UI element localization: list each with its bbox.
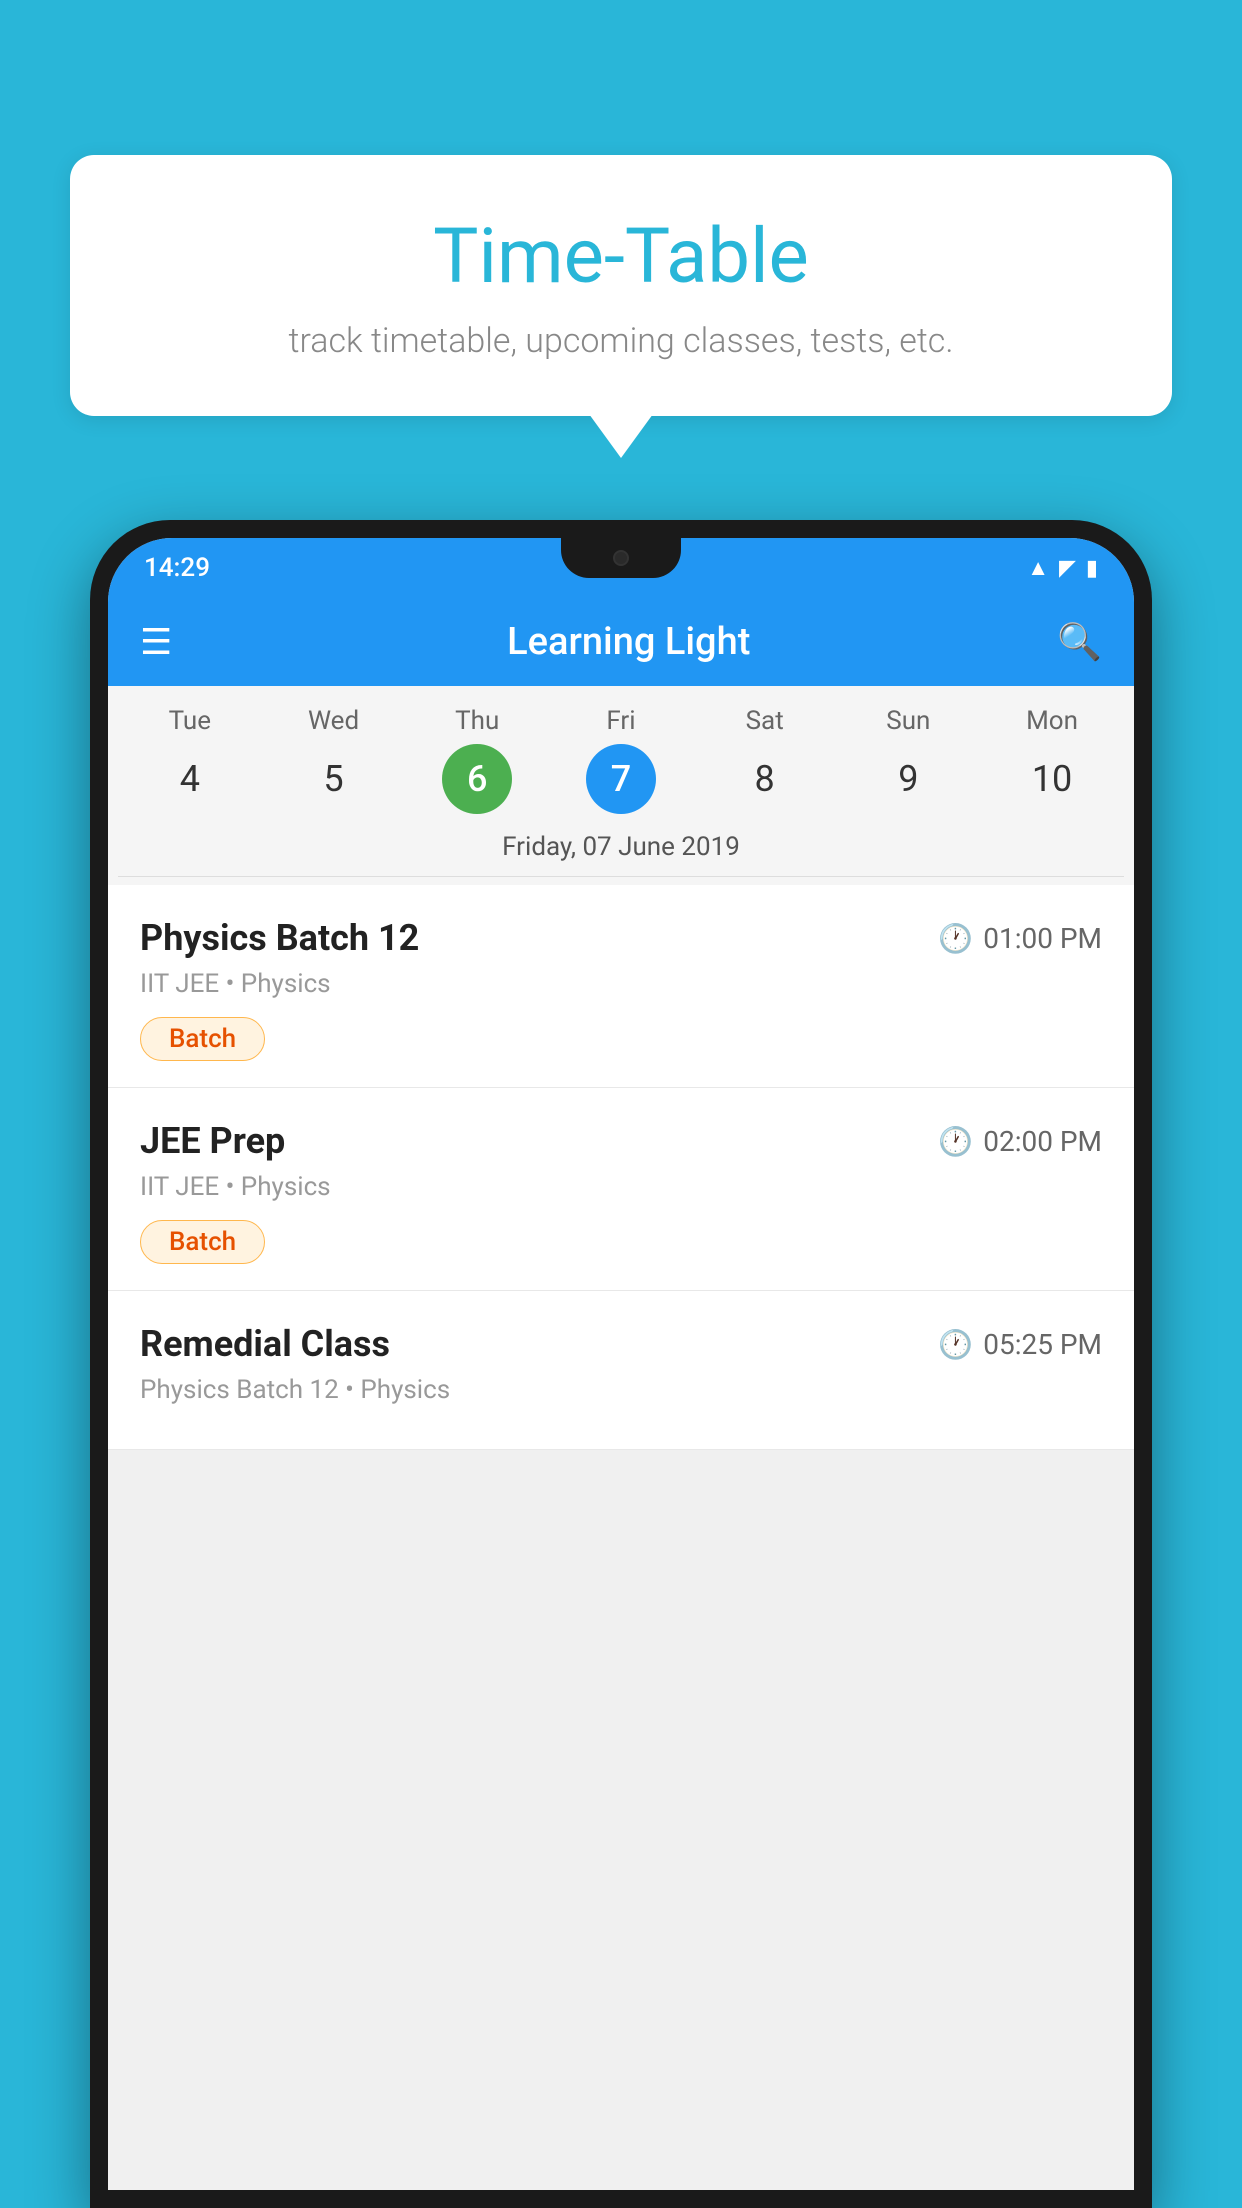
schedule-item-2-time-text: 02:00 PM (983, 1125, 1102, 1158)
day-num-tue: 4 (155, 744, 225, 814)
schedule-item-1[interactable]: Physics Batch 12 🕐 01:00 PM IIT JEE • Ph… (108, 885, 1134, 1088)
phone-frame: 14:29 ▲ ◤ ▮ ☰ Learning Light 🔍 Tue 4 (90, 520, 1152, 2208)
day-name-thu: Thu (455, 706, 499, 736)
calendar-date-label: Friday, 07 June 2019 (118, 822, 1124, 877)
day-num-sun: 9 (873, 744, 943, 814)
schedule-item-1-subtitle: IIT JEE • Physics (140, 969, 1102, 999)
wifi-icon: ▲ (1027, 555, 1049, 581)
hamburger-icon[interactable]: ☰ (140, 624, 172, 660)
day-name-wed: Wed (308, 706, 359, 736)
days-row: Tue 4 Wed 5 Thu 6 Fri 7 Sat 8 (118, 706, 1124, 814)
day-name-tue: Tue (169, 706, 211, 736)
schedule-item-3-subtitle: Physics Batch 12 • Physics (140, 1375, 1102, 1405)
day-name-sun: Sun (886, 706, 930, 736)
clock-icon-1: 🕐 (938, 922, 973, 955)
page-title: Time-Table (110, 215, 1132, 299)
app-bar-title: Learning Light (200, 620, 1057, 664)
schedule-item-2-title: JEE Prep (140, 1120, 285, 1162)
speech-bubble: Time-Table track timetable, upcoming cla… (70, 155, 1172, 416)
day-name-sat: Sat (746, 706, 784, 736)
clock-icon-3: 🕐 (938, 1328, 973, 1361)
schedule-item-2-header: JEE Prep 🕐 02:00 PM (140, 1120, 1102, 1162)
signal-icon: ◤ (1059, 556, 1076, 581)
day-name-mon: Mon (1026, 706, 1078, 736)
schedule-item-2-time: 🕐 02:00 PM (938, 1125, 1102, 1158)
phone-inner: 14:29 ▲ ◤ ▮ ☰ Learning Light 🔍 Tue 4 (108, 538, 1134, 2190)
day-num-thu: 6 (442, 744, 512, 814)
page-subtitle: track timetable, upcoming classes, tests… (110, 321, 1132, 361)
schedule-item-1-time: 🕐 01:00 PM (938, 922, 1102, 955)
status-bar: 14:29 ▲ ◤ ▮ (108, 538, 1134, 598)
schedule-item-3[interactable]: Remedial Class 🕐 05:25 PM Physics Batch … (108, 1291, 1134, 1450)
day-num-mon: 10 (1017, 744, 1087, 814)
day-num-sat: 8 (730, 744, 800, 814)
batch-badge-1: Batch (140, 1017, 265, 1061)
schedule-item-2[interactable]: JEE Prep 🕐 02:00 PM IIT JEE • Physics Ba… (108, 1088, 1134, 1291)
clock-icon-2: 🕐 (938, 1125, 973, 1158)
calendar-strip: Tue 4 Wed 5 Thu 6 Fri 7 Sat 8 (108, 686, 1134, 885)
day-num-fri: 7 (586, 744, 656, 814)
app-bar: ☰ Learning Light 🔍 (108, 598, 1134, 686)
schedule-item-1-title: Physics Batch 12 (140, 917, 419, 959)
day-num-wed: 5 (299, 744, 369, 814)
search-icon[interactable]: 🔍 (1057, 621, 1102, 663)
battery-icon: ▮ (1086, 556, 1098, 581)
day-col-sun[interactable]: Sun 9 (864, 706, 952, 814)
day-col-mon[interactable]: Mon 10 (1008, 706, 1096, 814)
day-col-sat[interactable]: Sat 8 (721, 706, 809, 814)
status-time: 14:29 (144, 553, 210, 583)
schedule-item-3-title: Remedial Class (140, 1323, 390, 1365)
day-name-fri: Fri (606, 706, 635, 736)
speech-bubble-wrapper: Time-Table track timetable, upcoming cla… (70, 155, 1172, 416)
schedule-item-1-header: Physics Batch 12 🕐 01:00 PM (140, 917, 1102, 959)
day-col-wed[interactable]: Wed 5 (290, 706, 378, 814)
schedule-list: Physics Batch 12 🕐 01:00 PM IIT JEE • Ph… (108, 885, 1134, 1450)
status-icons: ▲ ◤ ▮ (1027, 555, 1098, 581)
schedule-item-2-subtitle: IIT JEE • Physics (140, 1172, 1102, 1202)
day-col-fri[interactable]: Fri 7 (577, 706, 665, 814)
batch-badge-2: Batch (140, 1220, 265, 1264)
schedule-item-1-time-text: 01:00 PM (983, 922, 1102, 955)
day-col-tue[interactable]: Tue 4 (146, 706, 234, 814)
schedule-item-3-header: Remedial Class 🕐 05:25 PM (140, 1323, 1102, 1365)
day-col-thu[interactable]: Thu 6 (433, 706, 521, 814)
notch (561, 538, 681, 578)
camera-dot (613, 550, 629, 566)
schedule-item-3-time-text: 05:25 PM (983, 1328, 1102, 1361)
schedule-item-3-time: 🕐 05:25 PM (938, 1328, 1102, 1361)
